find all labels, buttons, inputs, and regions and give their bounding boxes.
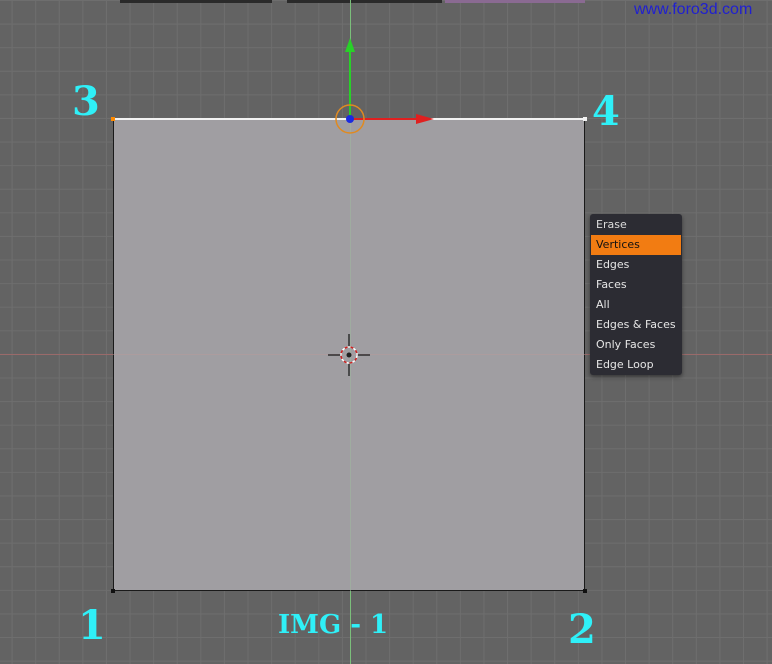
erase-menu[interactable]: Erase Vertices Edges Faces All Edges & F…: [590, 214, 682, 375]
erase-menu-title: Erase: [596, 218, 627, 231]
menu-item-edges[interactable]: Edges: [591, 255, 681, 275]
menu-item-edge-loop[interactable]: Edge Loop: [591, 355, 681, 375]
vertex-1[interactable]: [111, 589, 115, 593]
corner-label-4: 4: [592, 88, 620, 135]
gizmo-center-dot[interactable]: [346, 115, 354, 123]
image-caption: IMG - 1: [278, 610, 389, 640]
vertex-2[interactable]: [583, 589, 587, 593]
corner-label-1: 1: [78, 602, 106, 649]
header-fragment-mid: [287, 0, 442, 3]
vertex-3[interactable]: [111, 117, 115, 121]
header-fragment-right: [445, 0, 585, 3]
corner-label-3: 3: [72, 78, 100, 125]
vertex-4[interactable]: [583, 117, 587, 121]
gizmo-x-arrowhead[interactable]: [416, 114, 434, 124]
menu-item-all[interactable]: All: [591, 295, 681, 315]
corner-label-2: 2: [568, 606, 596, 653]
watermark-text: www.foro3d.com: [634, 1, 753, 18]
header-fragment-left: [120, 0, 272, 3]
gizmo-y-arrowhead[interactable]: [345, 38, 355, 52]
menu-item-faces[interactable]: Faces: [591, 275, 681, 295]
menu-item-vertices[interactable]: Vertices: [591, 235, 681, 255]
transform-gizmo-icon[interactable]: [320, 30, 450, 150]
menu-item-edges-and-faces[interactable]: Edges & Faces: [591, 315, 681, 335]
menu-item-only-faces[interactable]: Only Faces: [591, 335, 681, 355]
3d-cursor-icon[interactable]: [326, 332, 372, 378]
